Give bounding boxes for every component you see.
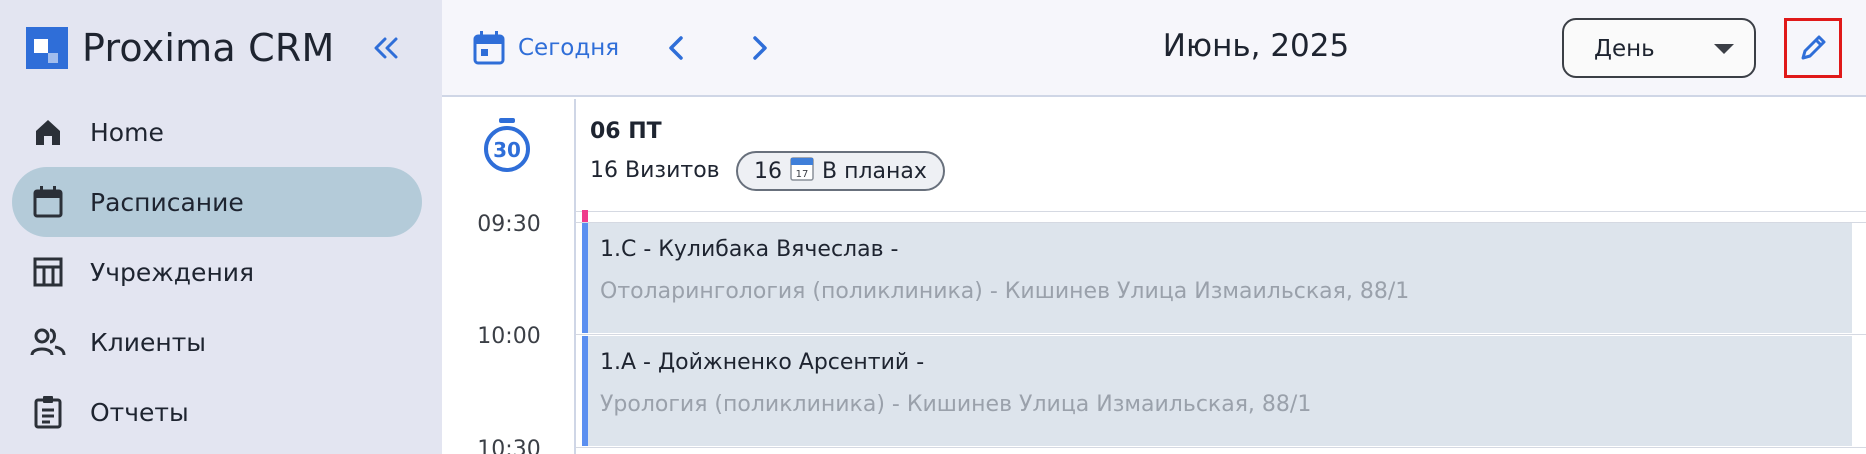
sidebar-item-clients[interactable]: Клиенты [12,307,422,377]
table-icon [30,254,66,290]
people-icon [30,324,66,360]
today-label: Сегодня [518,35,620,61]
sidebar-nav: Home Расписание Учреждения Клиенты Отчет… [12,97,422,447]
interval-value: 30 [493,138,521,162]
visit-subtitle: Урология (поликлиника) - Кишинев Улица И… [600,392,1312,417]
planned-count: 16 [754,158,782,184]
prev-period-button[interactable] [658,30,694,66]
next-period-button[interactable] [742,30,778,66]
calendar-emoji-icon: 17 [790,155,814,187]
calendar-toolbar: Сегодня Июнь, 2025 День [442,0,1866,97]
edit-button[interactable] [1784,18,1842,78]
time-label: 09:30 [477,212,541,237]
view-select-value: День [1594,36,1655,62]
chevron-right-icon [753,36,767,60]
visit-event[interactable]: 1.А - Дойжненко Арсентий - Урология (пол… [582,336,1852,446]
month-title: Июнь, 2025 [1162,28,1350,64]
sidebar-item-label: Отчеты [90,397,189,427]
brand[interactable]: Proxima CRM [26,26,335,70]
sidebar-item-reports[interactable]: Отчеты [12,377,422,447]
sidebar-item-label: Расписание [90,187,244,217]
grid-line [576,211,1866,212]
visits-count: 16 Визитов [590,158,720,183]
planned-label: В планах [822,158,927,184]
home-icon [30,114,66,150]
planned-status-badge[interactable]: 16 17 В планах [736,151,945,191]
brand-name: Proxima CRM [82,26,335,70]
sidebar-item-home[interactable]: Home [12,97,422,167]
sidebar-item-institutions[interactable]: Учреждения [12,237,422,307]
time-label: 10:30 [477,437,541,454]
collapse-sidebar-button[interactable] [366,30,406,66]
grid-line [576,334,1866,335]
visit-title: 1.С - Кулибака Вячеслав - [600,237,899,262]
sidebar-item-label: Клиенты [90,327,207,357]
chevron-left-icon [669,36,683,60]
visit-subtitle: Отоларингология (поликлиника) - Кишинев … [600,279,1410,304]
brand-logo-icon [26,27,68,69]
double-chevron-left-icon [374,37,398,59]
day-title: 06 ПТ [590,119,662,144]
svg-text:17: 17 [796,169,809,180]
time-label: 10:00 [477,324,541,349]
clipboard-icon [30,394,66,430]
view-select[interactable]: День [1562,18,1756,78]
grid-line [576,447,1866,448]
sidebar-item-label: Учреждения [90,257,255,287]
day-column: 06 ПТ 16 Визитов 16 17 В планах 1.С - Ку… [576,99,1866,454]
calendar-icon [30,184,66,220]
visit-event[interactable]: 1.С - Кулибака Вячеслав - Отоларингологи… [582,223,1852,333]
pencil-icon [1801,35,1826,60]
today-button[interactable]: Сегодня [472,30,619,66]
sidebar: Proxima CRM Home Расписание Учреждения К… [0,0,442,454]
visit-title: 1.А - Дойжненко Арсентий - [600,350,925,375]
time-column: 30 09:30 10:00 10:30 [442,99,576,454]
current-time-marker [582,210,588,222]
calendar-today-icon [473,31,505,65]
sidebar-item-schedule[interactable]: Расписание [12,167,422,237]
caret-down-icon [1714,44,1734,54]
interval-timer-icon[interactable]: 30 [482,117,532,175]
sidebar-item-label: Home [90,117,164,147]
